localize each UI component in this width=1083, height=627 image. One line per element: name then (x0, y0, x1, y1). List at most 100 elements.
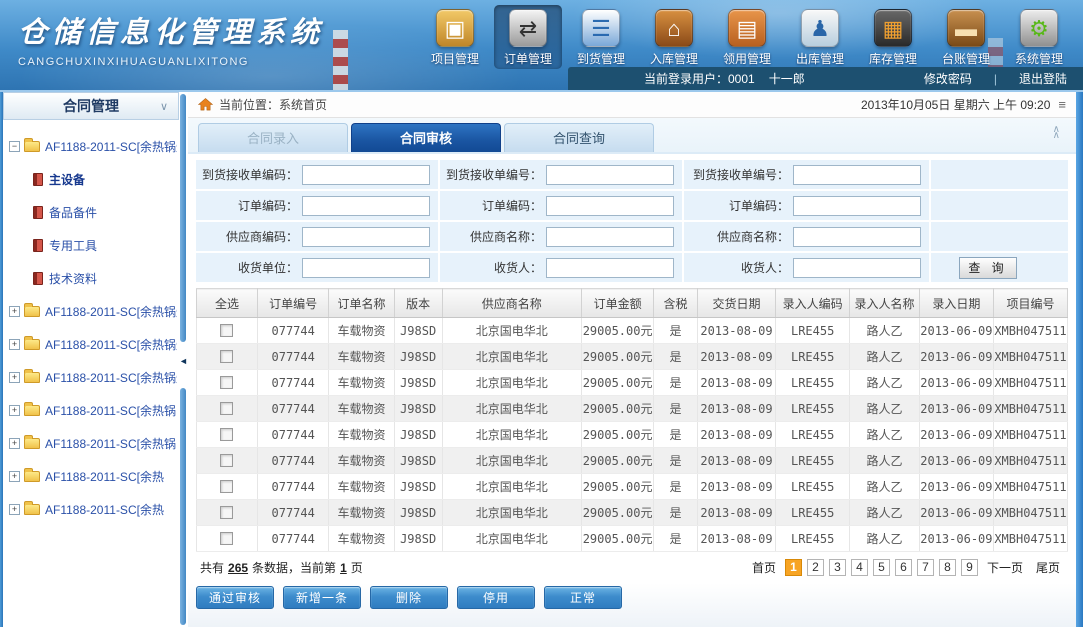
table-cell: 车载物资 (329, 344, 394, 370)
table-cell: 2013-06-09 (919, 448, 993, 474)
sidebar-header[interactable]: 合同管理 ∨ (3, 92, 179, 120)
expand-box-icon[interactable]: + (9, 504, 20, 515)
row-checkbox[interactable] (220, 324, 233, 337)
logout-link[interactable]: 退出登陆 (1019, 70, 1067, 87)
tree-folder-item[interactable]: + AF1188-2011-SC[余热锅炉 (9, 328, 177, 361)
row-checkbox[interactable] (220, 454, 233, 467)
tree-doc-item[interactable]: 主设备 (9, 163, 177, 196)
tab-contract-query[interactable]: 合同查询 (504, 123, 654, 152)
tree-folder-item[interactable]: +AF1188-2011-SC[余热 (9, 493, 177, 526)
search-form-row: 供应商编码：供应商名称：供应商名称： (196, 222, 1068, 251)
page-9[interactable]: 9 (961, 559, 978, 576)
page-4[interactable]: 4 (851, 559, 868, 576)
row-checkbox[interactable] (220, 480, 233, 493)
row-checkbox[interactable] (220, 350, 233, 363)
tree-folder-item[interactable]: +AF1188-2011-SC[余热锅 (9, 427, 177, 460)
add-one-button[interactable]: 新增一条 (283, 586, 361, 609)
nav-item-package[interactable]: ▣项目管理 (421, 5, 489, 69)
delete-button[interactable]: 删除 (370, 586, 448, 609)
page-3[interactable]: 3 (829, 559, 846, 576)
tree-folder-item[interactable]: +AF1188-2011-SC[余热锅炉 (9, 361, 177, 394)
table-cell: 077744 (257, 526, 328, 552)
page-1[interactable]: 1 (785, 559, 802, 576)
row-checkbox[interactable] (220, 506, 233, 519)
search-input-r4-c3[interactable] (793, 258, 921, 278)
expand-box-icon[interactable]: + (9, 306, 20, 317)
search-input-r2-c3[interactable] (793, 196, 921, 216)
table-cell: 2013-08-09 (697, 500, 775, 526)
page-5[interactable]: 5 (873, 559, 890, 576)
tree-doc-item[interactable]: 技术资料 (9, 262, 177, 295)
first-page-link[interactable]: 首页 (752, 559, 776, 576)
table-cell: 北京国电华北 (442, 318, 581, 344)
search-input-r1-c2[interactable] (546, 165, 674, 185)
expand-box-icon[interactable]: + (9, 471, 20, 482)
page-8[interactable]: 8 (939, 559, 956, 576)
tree-doc-item[interactable]: 专用工具 (9, 229, 177, 262)
folder-icon (24, 339, 40, 350)
search-input-r2-c2[interactable] (546, 196, 674, 216)
nav-item-clipboard[interactable]: ▤领用管理 (713, 5, 781, 69)
table-cell: 2013-06-09 (919, 422, 993, 448)
tree-folder-item[interactable]: −AF1188-2011-SC[余热锅炉岛 (9, 130, 177, 163)
next-page-link[interactable]: 下一页 (987, 559, 1023, 576)
search-input-r1-c1[interactable] (302, 165, 430, 185)
search-input-r3-c1[interactable] (302, 227, 430, 247)
table-cell: XMBH047511 (993, 500, 1067, 526)
change-password-link[interactable]: 修改密码 (924, 70, 972, 87)
table-cell: 2013-08-09 (697, 344, 775, 370)
page-7[interactable]: 7 (917, 559, 934, 576)
menu-lines-icon[interactable]: ≡ (1058, 97, 1066, 112)
tab-contract-review[interactable]: 合同审核 (351, 123, 501, 152)
search-input-r3-c3[interactable] (793, 227, 921, 247)
sidebar-splitter[interactable]: ◄ (179, 92, 188, 627)
expand-box-icon[interactable]: + (9, 372, 20, 383)
table-cell: 北京国电华北 (442, 448, 581, 474)
nav-item-warehouse[interactable]: ⌂入库管理 (640, 5, 708, 69)
collapse-box-icon[interactable]: − (9, 141, 20, 152)
expand-box-icon[interactable]: + (9, 438, 20, 449)
tree-folder-item[interactable]: +AF1188-2011-SC[余热锅炉 (9, 295, 177, 328)
query-button[interactable]: 查 询 (959, 257, 1017, 279)
checkbox-cell (197, 526, 258, 552)
chevron-down-icon[interactable]: ∨ (160, 100, 168, 113)
nav-item-document-list[interactable]: ☰到货管理 (567, 5, 635, 69)
row-checkbox[interactable] (220, 428, 233, 441)
search-input-r2-c1[interactable] (302, 196, 430, 216)
expand-box-icon[interactable]: + (9, 339, 20, 350)
search-input-r3-c2[interactable] (546, 227, 674, 247)
disable-button[interactable]: 停用 (457, 586, 535, 609)
search-input-r4-c1[interactable] (302, 258, 430, 278)
tree-folder-item[interactable]: +AF1188-2011-SC[余热锅 (9, 394, 177, 427)
page-2[interactable]: 2 (807, 559, 824, 576)
tree-folder-label: AF1188-2011-SC[余热锅炉 (45, 336, 177, 353)
field-label: 收货人： (684, 259, 789, 276)
nav-item-inventory-grid[interactable]: ▦库存管理 (859, 5, 927, 69)
tree-doc-item[interactable]: 备品备件 (9, 196, 177, 229)
search-button-cell (931, 160, 1068, 189)
tree-folder-item[interactable]: +AF1188-2011-SC[余热 (9, 460, 177, 493)
last-page-link[interactable]: 尾页 (1036, 559, 1060, 576)
normal-button[interactable]: 正常 (544, 586, 622, 609)
nav-item-order-sync[interactable]: ⇄订单管理 (494, 5, 562, 69)
table-cell: 2013-08-09 (697, 448, 775, 474)
row-checkbox[interactable] (220, 376, 233, 389)
tab-contract-entry[interactable]: 合同录入 (198, 123, 348, 152)
approve-button[interactable]: 通过审核 (196, 586, 274, 609)
collapse-panel-icon[interactable]: ∧∧ (1053, 127, 1060, 139)
checkbox-cell (197, 422, 258, 448)
row-checkbox[interactable] (220, 402, 233, 415)
current-page-number: 1 (340, 561, 347, 575)
folder-icon (24, 306, 40, 317)
nav-item-system-gear[interactable]: ⚙系统管理 (1005, 5, 1073, 69)
search-input-r4-c2[interactable] (546, 258, 674, 278)
nav-item-ledger-wallet[interactable]: ▬台账管理 (932, 5, 1000, 69)
collapse-left-icon[interactable]: ◄ (179, 356, 188, 366)
page-6[interactable]: 6 (895, 559, 912, 576)
datetime-display: 2013年10月05日 星期六 上午 09:20 (861, 96, 1050, 113)
nav-item-person-card[interactable]: ♟出库管理 (786, 5, 854, 69)
home-icon (198, 98, 213, 111)
expand-box-icon[interactable]: + (9, 405, 20, 416)
search-input-r1-c3[interactable] (793, 165, 921, 185)
row-checkbox[interactable] (220, 532, 233, 545)
